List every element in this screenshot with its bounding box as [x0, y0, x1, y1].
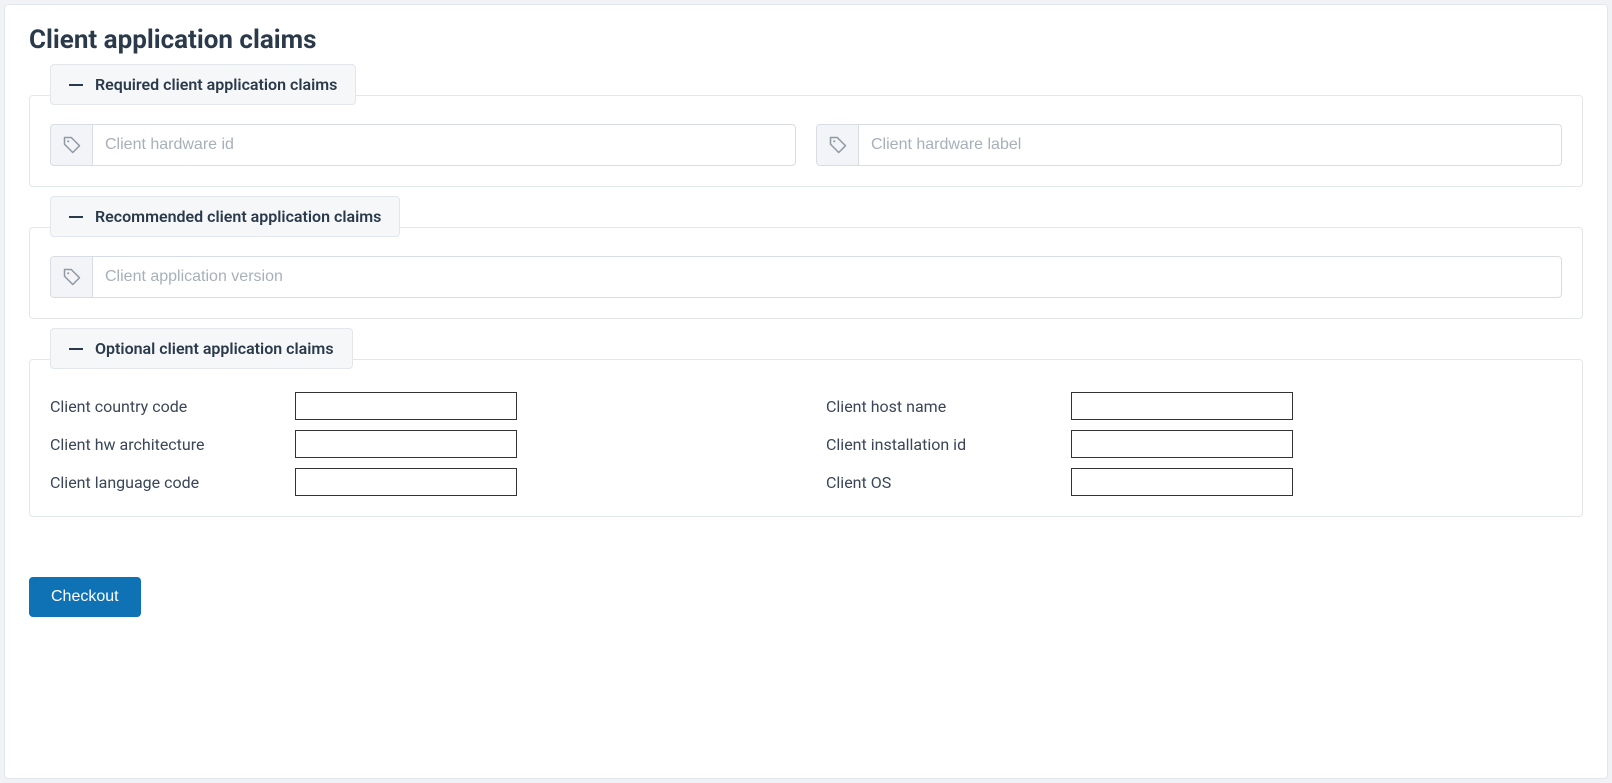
required-claims-fieldset: Required client application claims: [29, 95, 1583, 187]
client-app-version-input[interactable]: [93, 257, 1561, 297]
label-client-country-code: Client country code: [50, 397, 295, 416]
label-client-host-name: Client host name: [826, 397, 1071, 416]
optional-claims-fieldset: Optional client application claims Clien…: [29, 359, 1583, 517]
row-client-os: Client OS: [826, 468, 1562, 496]
optional-claims-legend-label: Optional client application claims: [95, 339, 334, 358]
row-client-language-code: Client language code: [50, 468, 786, 496]
input-client-country-code[interactable]: [295, 392, 517, 420]
input-client-language-code[interactable]: [295, 468, 517, 496]
claims-panel: Client application claims Required clien…: [4, 4, 1608, 779]
label-client-hw-architecture: Client hw architecture: [50, 435, 295, 454]
collapse-icon: [69, 84, 83, 86]
row-client-installation-id: Client installation id: [826, 430, 1562, 458]
input-client-host-name[interactable]: [1071, 392, 1293, 420]
row-client-hw-architecture: Client hw architecture: [50, 430, 786, 458]
tag-icon: [817, 125, 859, 165]
client-hardware-label-input[interactable]: [859, 125, 1561, 165]
client-hardware-id-group: [50, 124, 796, 166]
tag-icon: [51, 257, 93, 297]
row-client-host-name: Client host name: [826, 392, 1562, 420]
recommended-claims-legend-label: Recommended client application claims: [95, 207, 381, 226]
collapse-icon: [69, 348, 83, 350]
recommended-claims-fieldset: Recommended client application claims: [29, 227, 1583, 319]
input-client-hw-architecture[interactable]: [295, 430, 517, 458]
collapse-icon: [69, 216, 83, 218]
required-claims-legend[interactable]: Required client application claims: [50, 64, 356, 105]
label-client-installation-id: Client installation id: [826, 435, 1071, 454]
label-client-os: Client OS: [826, 473, 1071, 492]
label-client-language-code: Client language code: [50, 473, 295, 492]
input-client-installation-id[interactable]: [1071, 430, 1293, 458]
row-client-country-code: Client country code: [50, 392, 786, 420]
page-title: Client application claims: [29, 25, 1583, 55]
input-client-os[interactable]: [1071, 468, 1293, 496]
tag-icon: [51, 125, 93, 165]
client-hardware-id-input[interactable]: [93, 125, 795, 165]
optional-claims-legend[interactable]: Optional client application claims: [50, 328, 353, 369]
checkout-button[interactable]: Checkout: [29, 577, 141, 617]
recommended-claims-legend[interactable]: Recommended client application claims: [50, 196, 400, 237]
client-hardware-label-group: [816, 124, 1562, 166]
required-claims-legend-label: Required client application claims: [95, 75, 337, 94]
client-app-version-group: [50, 256, 1562, 298]
